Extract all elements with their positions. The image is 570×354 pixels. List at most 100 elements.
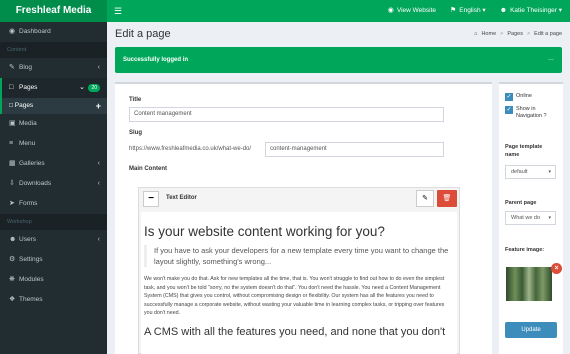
sidebar-item-label: Galleries [19, 160, 45, 167]
dashboard-icon: ◉ [9, 28, 16, 35]
breadcrumb: ⌂ Home > Pages > Edit a page [474, 31, 562, 37]
slug-input[interactable]: content-management [265, 142, 444, 157]
sidebar-item-label: Menu [19, 140, 36, 147]
success-alert: Successfully logged in — [115, 47, 562, 73]
sidebar-item-label: Users [19, 236, 36, 243]
sidebar-item-label: Downloads [19, 180, 52, 187]
feature-image-thumbnail[interactable] [506, 267, 552, 301]
sidebar-section-workshop: Workshop [0, 214, 107, 230]
breadcrumb-separator: > [500, 31, 504, 37]
flag-icon: ⚑ [450, 7, 457, 14]
sidebar: ◉ Dashboard Content ✎ Blog ‹ □ Pages ⌄ 20 □ Pa… [0, 22, 107, 354]
language-label: English [459, 7, 481, 14]
sidebar-toggle-icon[interactable]: ☰ [114, 0, 122, 22]
content-header: Edit a page ⌂ Home > Pages > Edit a page [107, 22, 570, 46]
chevron-left-icon: ‹ [97, 236, 100, 243]
menu-icon: ≡ [9, 140, 14, 147]
sidebar-item-label: Pages [19, 84, 38, 91]
pencil-icon: ✎ [422, 195, 428, 202]
editor-content[interactable]: Is your website content working for you?… [141, 212, 457, 354]
page-icon: □ [9, 102, 13, 109]
slug-label: Slug [129, 130, 142, 136]
sidebar-item-forms[interactable]: ➤ Forms [0, 194, 107, 214]
sidebar-item-downloads[interactable]: ⇩ Downloads ‹ [0, 174, 107, 194]
alert-message: Successfully logged in [123, 57, 189, 63]
sidebar-item-settings[interactable]: ⚙ Settings [0, 250, 107, 270]
gear-icon: ⚙ [9, 256, 16, 263]
brush-icon: ❖ [9, 296, 16, 303]
pages-icon: □ [9, 84, 14, 91]
sidebar-item-users[interactable]: ☻ Users ‹ [0, 230, 107, 250]
add-page-icon[interactable]: + [96, 98, 101, 114]
download-icon: ⇩ [9, 180, 15, 187]
breadcrumb-pages[interactable]: Pages [507, 31, 523, 37]
chevron-down-icon: ⌄ [79, 84, 85, 91]
text-editor-block: − Text Editor ✎ 🗑 Is your website conten… [138, 187, 460, 354]
sidebar-item-label: Modules [19, 276, 44, 283]
show-nav-checkbox[interactable]: ✓ [505, 106, 513, 114]
show-nav-checkbox-row[interactable]: ✓ Show in Navigation ? [505, 106, 557, 120]
online-checkbox[interactable]: ✓ [505, 93, 513, 101]
send-icon: ➤ [9, 200, 15, 207]
sidebar-section-content: Content [0, 42, 107, 58]
sidebar-item-pages[interactable]: □ Pages ⌄ 20 [0, 78, 107, 98]
user-menu[interactable]: ☻ Katie Theisinger ▾ [500, 0, 562, 22]
sidebar-item-label: Forms [19, 200, 38, 207]
online-label: Online [516, 93, 532, 99]
sidebar-item-blog[interactable]: ✎ Blog ‹ [0, 58, 107, 78]
online-checkbox-row[interactable]: ✓ Online [505, 93, 532, 101]
template-label: Page template name [505, 144, 543, 158]
update-button[interactable]: Update [505, 322, 557, 338]
sidebar-item-label: Pages [14, 102, 34, 109]
remove-image-icon[interactable]: × [551, 263, 562, 274]
breadcrumb-separator: > [526, 31, 531, 37]
camera-icon: ▣ [9, 120, 16, 127]
content-paragraph: We won't make you do that. Ask for new t… [144, 276, 445, 316]
user-icon: ☻ [499, 7, 508, 14]
show-nav-label: Show in Navigation ? [516, 106, 547, 119]
sidebar-item-themes[interactable]: ❖ Themes [0, 290, 107, 310]
sidebar-item-menu[interactable]: ≡ Menu [0, 134, 107, 154]
sidebar-item-media[interactable]: ▣ Media [0, 114, 107, 134]
alert-close-icon[interactable]: — [548, 47, 554, 73]
caret-down-icon: ▾ [548, 215, 551, 221]
template-select[interactable]: default ▾ [505, 165, 556, 179]
gallery-icon: ▦ [9, 160, 16, 167]
sidebar-item-dashboard[interactable]: ◉ Dashboard [0, 22, 107, 42]
sidebar-item-label: Settings [19, 256, 43, 263]
brand-logo[interactable]: Freshleaf Media [0, 0, 107, 22]
editor-title: Text Editor [166, 195, 197, 201]
sidebar-item-modules[interactable]: ❋ Modules [0, 270, 107, 290]
app-root: Freshleaf Media ☰ ◉ View Website ⚑ English… [0, 0, 570, 354]
feature-image-label: Feature image: [505, 247, 545, 253]
trash-icon: 🗑 [442, 195, 452, 202]
sidebar-subitem-pages[interactable]: □ Pages + [0, 98, 107, 114]
slug-prefix: https://www.freshleafmedia.co.uk/what-we… [129, 146, 252, 152]
title-input[interactable]: Content management [129, 107, 444, 122]
caret-down-icon: ▾ [548, 169, 551, 175]
pages-count-badge: 20 [88, 84, 100, 92]
main-content-label: Main Content [129, 166, 167, 172]
modules-icon: ❋ [9, 276, 15, 283]
collapse-button[interactable]: − [143, 191, 159, 207]
chevron-left-icon: ‹ [97, 64, 100, 71]
users-icon: ☻ [9, 236, 17, 243]
top-navbar: Freshleaf Media ☰ ◉ View Website ⚑ English… [0, 0, 570, 22]
blog-icon: ✎ [9, 64, 15, 71]
view-website-link[interactable]: ◉ View Website [388, 0, 436, 22]
language-dropdown[interactable]: ⚑ English ▾ [450, 0, 486, 22]
template-value: default [511, 169, 528, 175]
chevron-left-icon: ‹ [97, 160, 100, 167]
home-icon: ⌂ [474, 31, 478, 37]
user-name: Katie Theisinger [510, 7, 557, 14]
edit-button[interactable]: ✎ [416, 190, 434, 207]
page-title: Edit a page [115, 28, 171, 40]
breadcrumb-current: Edit a page [534, 31, 562, 37]
sidebar-item-label: Dashboard [19, 28, 51, 35]
sidebar-item-galleries[interactable]: ▦ Galleries ‹ [0, 154, 107, 174]
breadcrumb-home[interactable]: Home [481, 31, 496, 37]
title-label: Title [129, 97, 142, 103]
parent-select[interactable]: What we do ▾ [505, 211, 556, 225]
delete-button[interactable]: 🗑 [437, 190, 457, 207]
sidebar-item-label: Media [19, 120, 37, 127]
